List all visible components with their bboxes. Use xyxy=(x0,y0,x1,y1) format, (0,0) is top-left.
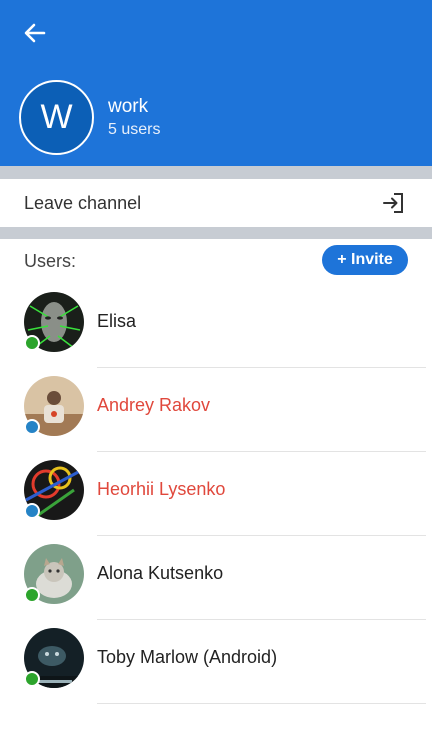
leave-channel-row[interactable]: Leave channel xyxy=(0,179,432,227)
status-indicator xyxy=(24,335,40,351)
user-row[interactable]: Heorhii Lysenko xyxy=(0,452,432,536)
channel-name: work xyxy=(108,96,149,117)
divider xyxy=(97,703,426,704)
leave-channel-label: Leave channel xyxy=(24,193,142,213)
status-indicator xyxy=(24,503,40,519)
user-name: Alona Kutsenko xyxy=(97,563,224,583)
user-row[interactable]: Andrey Rakov xyxy=(0,368,432,452)
user-name: Toby Marlow (Android) xyxy=(97,647,278,667)
invite-button[interactable]: + Invite xyxy=(322,245,408,275)
section-gap xyxy=(0,166,432,179)
exit-icon xyxy=(383,193,403,213)
user-name: Elisa xyxy=(97,311,137,331)
back-button[interactable] xyxy=(20,18,50,48)
status-indicator xyxy=(24,419,40,435)
status-indicator xyxy=(24,587,40,603)
user-row[interactable]: Toby Marlow (Android) xyxy=(0,620,432,704)
user-name: Andrey Rakov xyxy=(97,395,211,415)
arrow-left-icon xyxy=(24,23,46,43)
channel-initial: W xyxy=(40,98,73,136)
user-row[interactable]: Elisa xyxy=(0,284,432,368)
section-gap xyxy=(0,227,432,239)
user-row[interactable]: Alona Kutsenko xyxy=(0,536,432,620)
users-section: Users: + Invite Elisa Andrey Rakov Heorh… xyxy=(0,239,432,738)
channel-avatar: W xyxy=(19,80,94,155)
channel-header: W work 5 users xyxy=(0,0,432,166)
status-indicator xyxy=(24,671,40,687)
channel-user-count: 5 users xyxy=(108,121,161,138)
users-heading: Users: xyxy=(24,251,77,271)
user-name: Heorhii Lysenko xyxy=(97,479,226,499)
